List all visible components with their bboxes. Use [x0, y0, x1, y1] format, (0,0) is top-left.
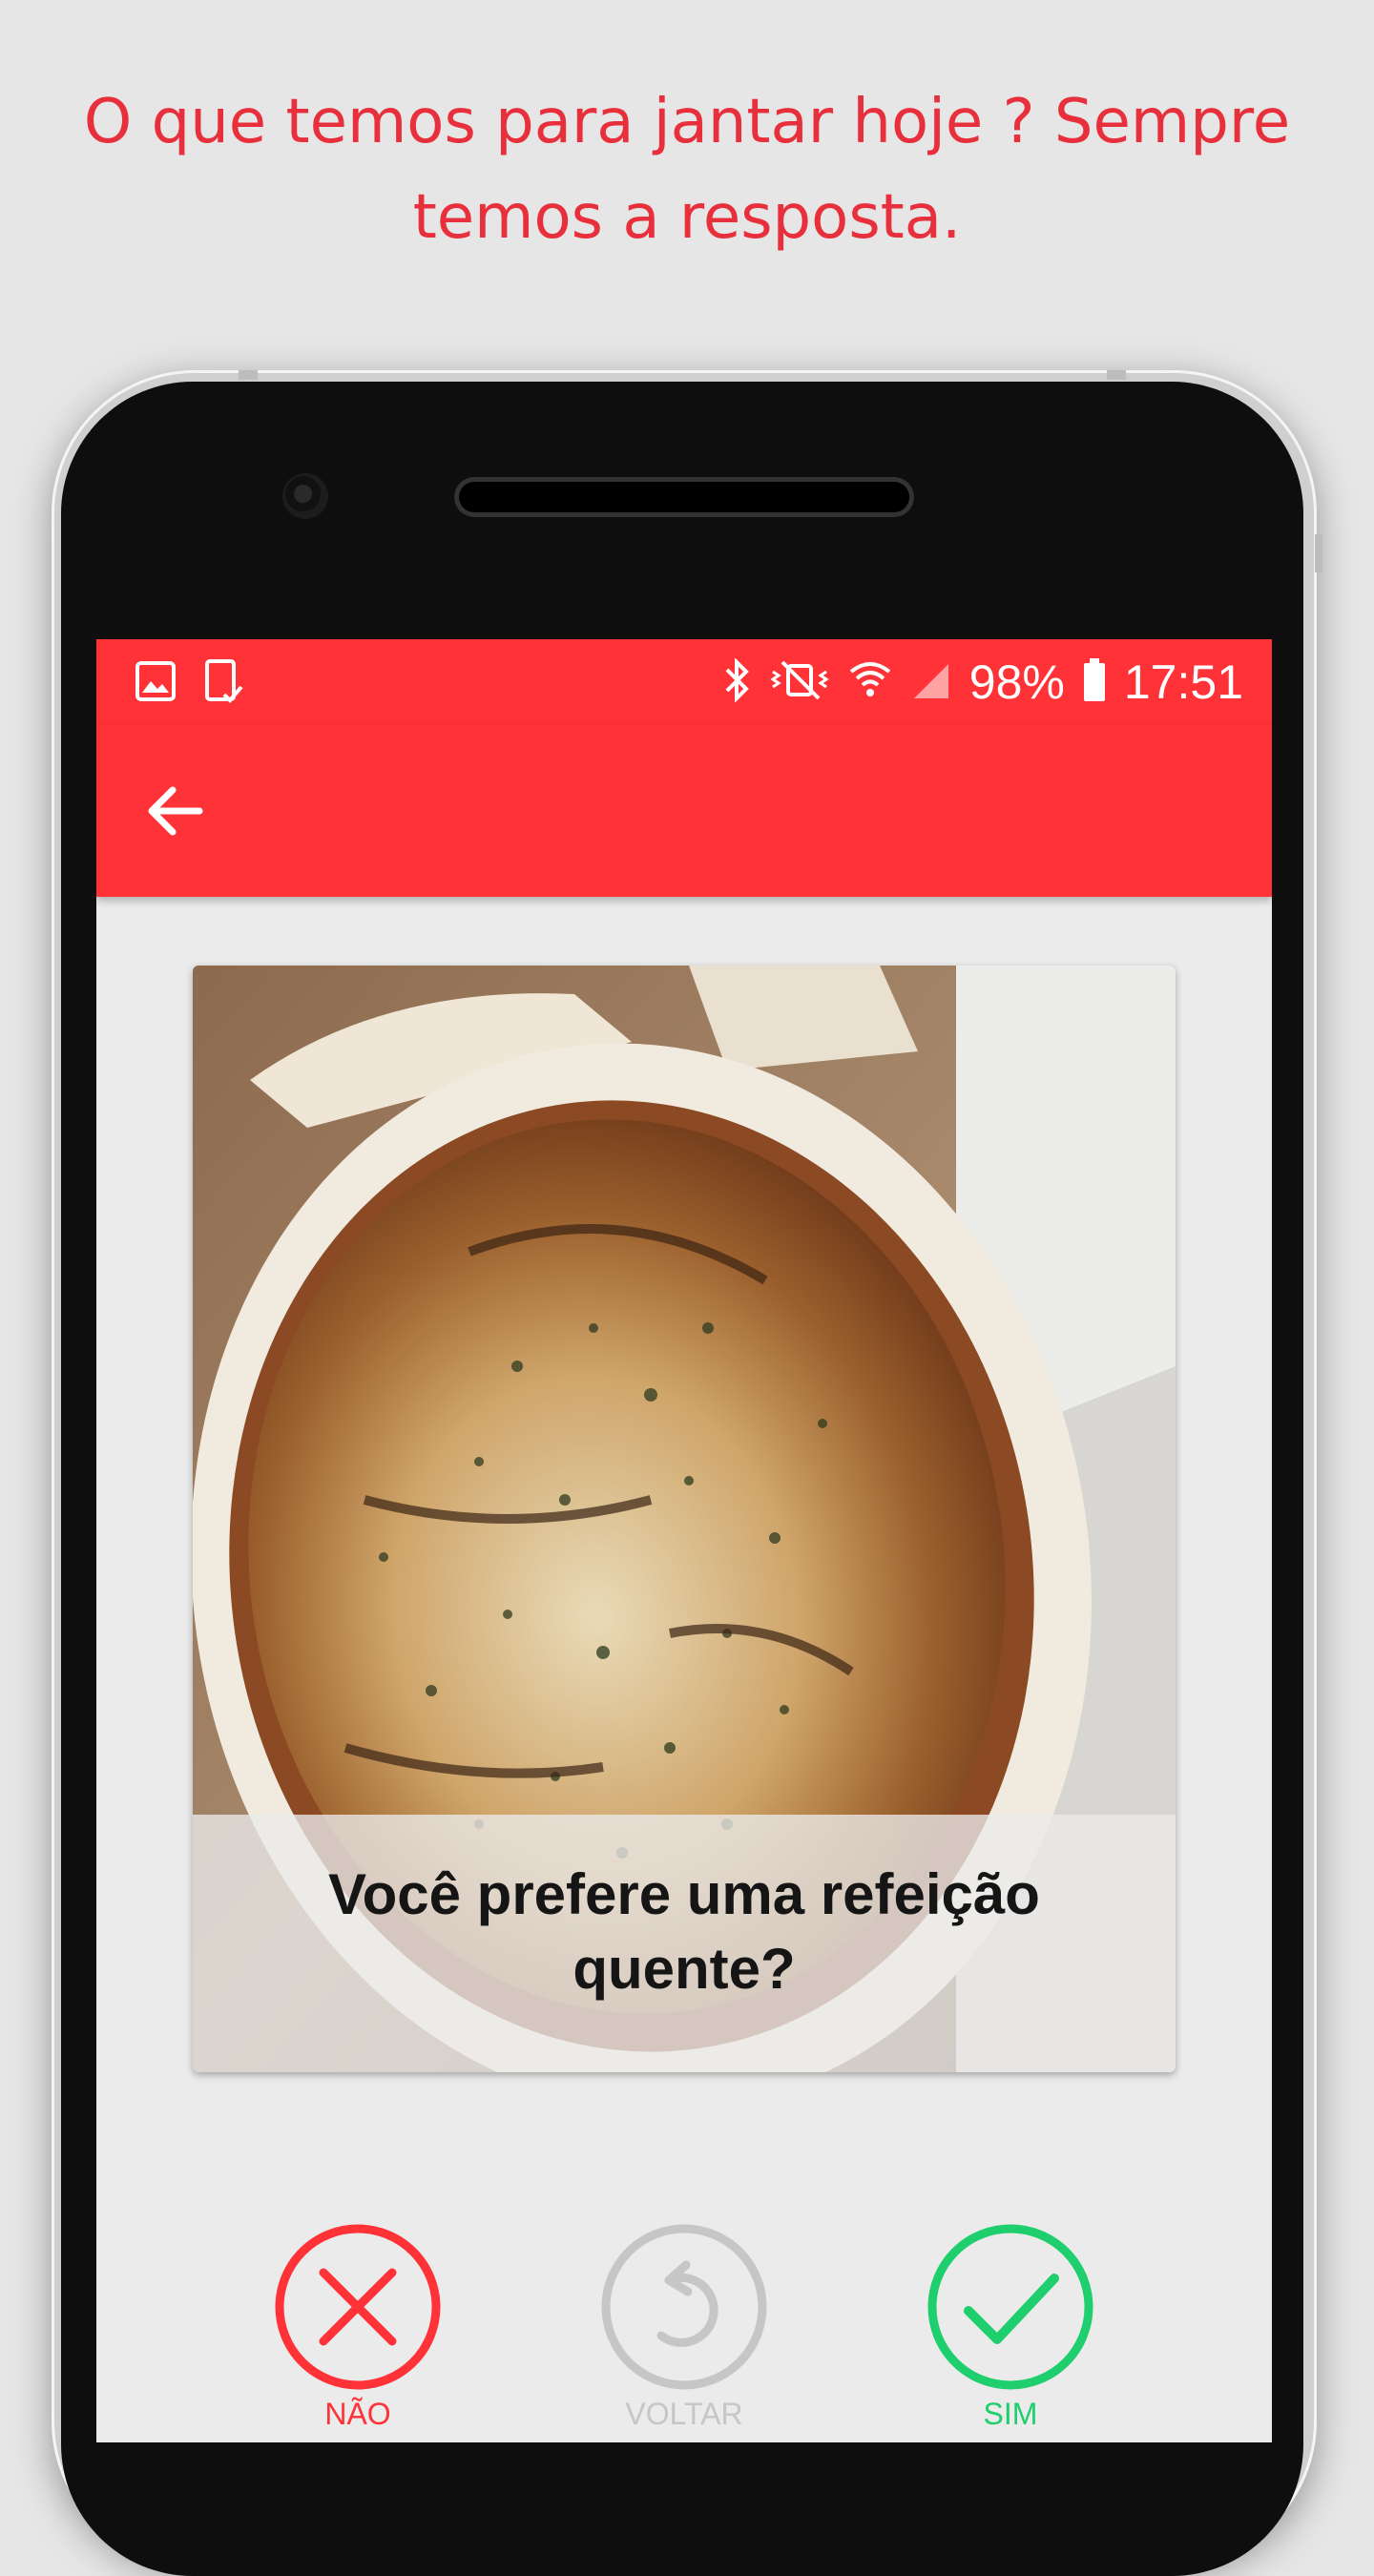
phone-side-button [1315, 534, 1322, 572]
bluetooth-icon [723, 656, 752, 707]
clock: 17:51 [1123, 655, 1243, 709]
phone-button-top-right [1107, 370, 1126, 380]
undo-button[interactable]: VOLTAR [589, 2223, 780, 2432]
no-button[interactable]: NÃO [262, 2223, 453, 2432]
image-icon [135, 660, 177, 707]
vibrate-off-icon [769, 658, 830, 707]
x-icon [275, 2224, 441, 2390]
no-label: NÃO [324, 2397, 391, 2431]
status-bar: 98% 17:51 [96, 639, 1272, 725]
yes-label: SIM [983, 2397, 1038, 2431]
phone-button-top-left [239, 370, 258, 380]
question-text: Você prefere uma refeição quente? [328, 1862, 1040, 2001]
app-toolbar [96, 725, 1272, 897]
yes-button[interactable]: SIM [915, 2223, 1106, 2432]
question-card[interactable]: Você prefere uma refeição quente? [193, 966, 1176, 2072]
earpiece-speaker [454, 477, 914, 517]
arrow-left-icon [148, 786, 203, 836]
battery-icon [1082, 657, 1107, 707]
undo-icon [601, 2224, 767, 2390]
signal-icon [910, 658, 952, 707]
back-button[interactable] [138, 773, 215, 849]
tablet-check-icon [203, 658, 245, 709]
wifi-icon [847, 658, 893, 707]
back-label: VOLTAR [625, 2397, 743, 2431]
promo-headline: O que temos para jantar hoje ? Sempre te… [83, 87, 1291, 253]
app-screen: 98% 17:51 Você prefere uma refeição quen… [96, 639, 1272, 2442]
battery-percent: 98% [968, 655, 1065, 709]
check-icon [927, 2224, 1093, 2390]
front-camera [282, 473, 328, 519]
